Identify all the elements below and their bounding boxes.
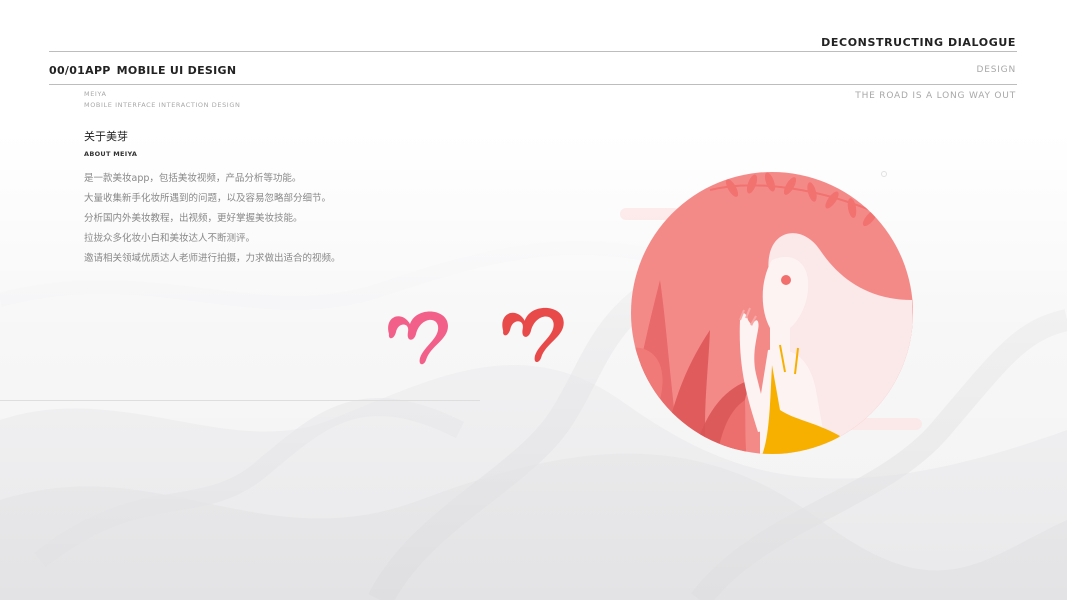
about-title: 关于美芽 — [84, 130, 128, 143]
description-line: 是一款美妆app，包括美妆视频，产品分析等功能。 — [84, 173, 302, 184]
logo-mark — [502, 307, 564, 363]
brand-name: MEIYA — [84, 90, 107, 98]
project-line: 00/01APP MOBILE UI DESIGN — [49, 64, 236, 77]
project-name: MOBILE UI DESIGN — [116, 64, 237, 77]
logo-mark — [388, 311, 448, 365]
header-title: DECONSTRUCTING DIALOGUE — [821, 36, 1016, 49]
about-description: 是一款美妆app，包括美妆视频，产品分析等功能。 大量收集新手化妆所遇到的问题，… — [84, 169, 341, 269]
header-rule-top — [49, 51, 1017, 52]
description-line: 分析国内外美妆教程，出视频，更好掌握美妆技能。 — [84, 213, 303, 224]
description-line: 拉拢众多化妆小白和美妆达人不断测评。 — [84, 233, 256, 244]
project-index: 00/01APP — [49, 64, 111, 77]
left-rule — [0, 400, 480, 401]
brand-subtitle: MOBILE INTERFACE INTERACTION DESIGN — [84, 101, 241, 109]
description-line: 大量收集新手化妆所遇到的问题，以及容易忽略部分细节。 — [84, 193, 332, 204]
brand-block: MEIYA MOBILE INTERFACE INTERACTION DESIG… — [84, 89, 240, 111]
category-label: DESIGN — [976, 65, 1016, 75]
description-line: 邀请相关领域优质达人老师进行拍摄，力求做出适合的视频。 — [84, 253, 341, 264]
meiya-logo-pink — [388, 311, 448, 365]
girl-illustration — [620, 171, 922, 454]
slogan: THE ROAD IS A LONG WAY OUT — [855, 91, 1016, 101]
meiya-logo-red — [502, 307, 564, 363]
header-rule-bottom — [49, 84, 1017, 85]
about-subtitle: ABOUT MEIYA — [84, 150, 138, 158]
